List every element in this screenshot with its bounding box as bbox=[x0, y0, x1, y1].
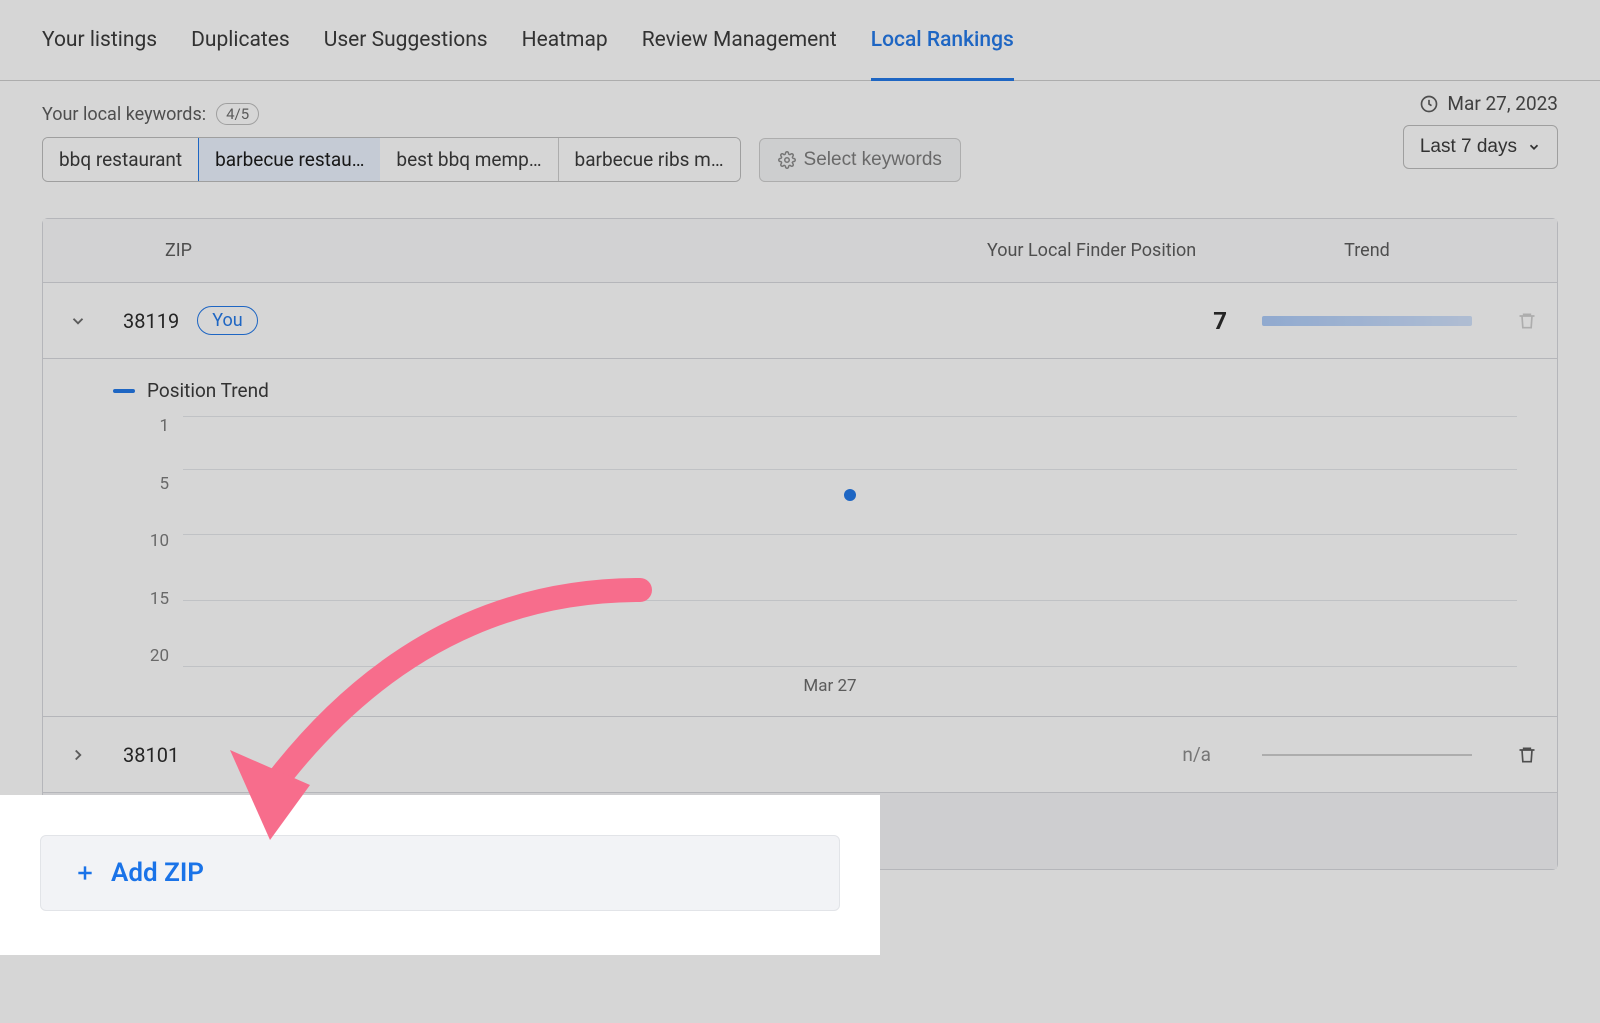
table-row: 38101 n/a bbox=[43, 717, 1557, 793]
select-keywords-button[interactable]: Select keywords bbox=[759, 138, 961, 182]
add-zip-label: Add ZIP bbox=[111, 858, 204, 888]
plus-icon bbox=[75, 863, 95, 883]
chart-data-point bbox=[844, 489, 856, 501]
delete-row-button bbox=[1497, 310, 1557, 332]
keyword-chip[interactable]: barbecue ribs m… bbox=[559, 138, 740, 181]
chevron-down-icon bbox=[69, 312, 87, 330]
tab-heatmap[interactable]: Heatmap bbox=[522, 28, 608, 66]
chart-plot-area bbox=[183, 416, 1517, 666]
controls-area: Your local keywords: 4/5 bbq restaurant … bbox=[0, 81, 1600, 194]
add-zip-button[interactable]: Add ZIP bbox=[41, 836, 839, 910]
trend-sparkline bbox=[1237, 754, 1497, 756]
row-expand-toggle[interactable] bbox=[43, 746, 113, 764]
position-trend-chart: 1 5 10 15 20 Mar 27 bbox=[133, 416, 1527, 696]
chevron-down-icon bbox=[1527, 140, 1541, 154]
you-badge: You bbox=[197, 306, 257, 335]
col-zip: ZIP bbox=[113, 240, 977, 261]
legend-label: Position Trend bbox=[147, 379, 269, 402]
col-trend: Trend bbox=[1237, 240, 1497, 261]
current-date-text: Mar 27, 2023 bbox=[1447, 92, 1558, 115]
col-position: Your Local Finder Position bbox=[977, 240, 1237, 261]
position-value: 7 bbox=[977, 307, 1237, 335]
keyword-chip[interactable]: best bbq memp… bbox=[380, 138, 558, 181]
tab-your-listings[interactable]: Your listings bbox=[42, 28, 157, 66]
zip-value: 38101 bbox=[123, 743, 179, 767]
x-axis-label: Mar 27 bbox=[803, 676, 856, 696]
keyword-chip[interactable]: barbecue restau… bbox=[198, 137, 381, 182]
zip-value: 38119 bbox=[123, 309, 179, 333]
y-axis-labels: 1 5 10 15 20 bbox=[133, 416, 169, 666]
zip-table: ZIP Your Local Finder Position Trend 381… bbox=[42, 218, 1558, 870]
tab-user-suggestions[interactable]: User Suggestions bbox=[324, 28, 488, 66]
trash-icon bbox=[1517, 310, 1537, 332]
clock-icon bbox=[1419, 94, 1439, 114]
row-expand-toggle[interactable] bbox=[43, 312, 113, 330]
tab-duplicates[interactable]: Duplicates bbox=[191, 28, 290, 66]
trash-icon bbox=[1517, 744, 1537, 766]
tab-local-rankings[interactable]: Local Rankings bbox=[871, 28, 1014, 81]
table-header: ZIP Your Local Finder Position Trend bbox=[43, 219, 1557, 283]
table-row: 38119 You 7 bbox=[43, 283, 1557, 359]
gear-icon bbox=[778, 151, 796, 169]
chevron-right-icon bbox=[69, 746, 87, 764]
legend-marker bbox=[113, 389, 135, 393]
tab-review-management[interactable]: Review Management bbox=[642, 28, 837, 66]
tabs-bar: Your listings Duplicates User Suggestion… bbox=[0, 0, 1600, 81]
date-range-button[interactable]: Last 7 days bbox=[1403, 125, 1558, 169]
annotation-spotlight: Add ZIP bbox=[0, 795, 880, 955]
trend-sparkline bbox=[1237, 316, 1497, 326]
current-date: Mar 27, 2023 bbox=[1419, 92, 1558, 115]
keywords-label: Your local keywords: bbox=[42, 104, 206, 125]
chart-legend: Position Trend bbox=[113, 379, 1527, 402]
date-range-label: Last 7 days bbox=[1420, 136, 1517, 158]
keyword-chip[interactable]: bbq restaurant bbox=[43, 138, 199, 181]
keyword-chip-group: bbq restaurant barbecue restau… best bbq… bbox=[42, 137, 741, 182]
select-keywords-label: Select keywords bbox=[804, 149, 942, 171]
position-trend-panel: Position Trend 1 5 10 15 20 Mar 27 bbox=[43, 359, 1557, 717]
delete-row-button[interactable] bbox=[1497, 744, 1557, 766]
position-value: n/a bbox=[977, 743, 1237, 766]
keywords-count-badge: 4/5 bbox=[216, 103, 259, 125]
